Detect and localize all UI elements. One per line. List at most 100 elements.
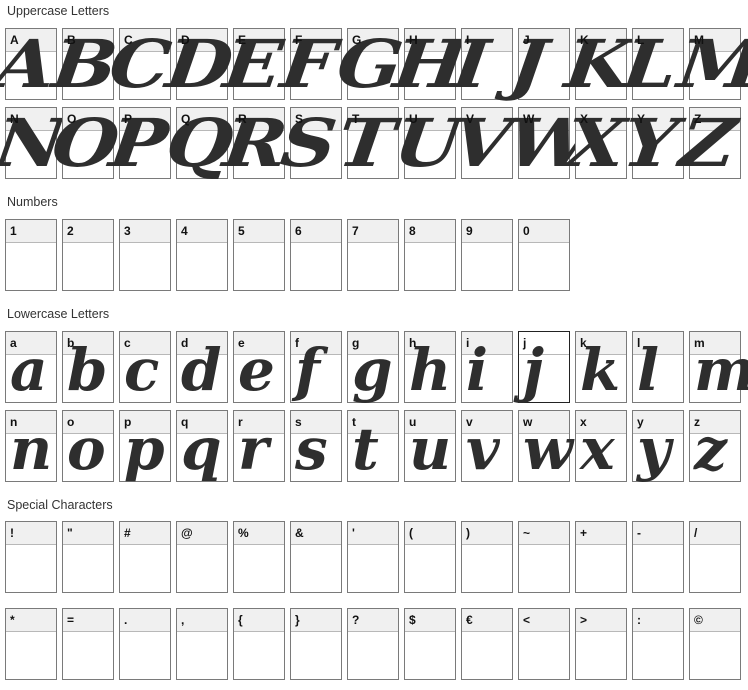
uppercase-cell[interactable]: EE xyxy=(220,25,287,103)
lowercase-cell[interactable]: uu xyxy=(404,410,456,482)
special-cell[interactable]: / xyxy=(689,521,741,593)
uppercase-cell[interactable]: YY xyxy=(619,104,684,182)
number-cell[interactable]: 1 xyxy=(5,219,57,291)
lowercase-cell[interactable]: hh xyxy=(404,331,456,403)
uppercase-cell[interactable]: XX xyxy=(561,104,629,182)
special-cell[interactable]: @ xyxy=(176,521,228,593)
special-cell[interactable]: ) xyxy=(461,521,513,593)
uppercase-cell[interactable]: GG xyxy=(333,25,407,103)
lowercase-cell[interactable]: xx xyxy=(575,410,627,482)
special-cell[interactable]: © xyxy=(689,608,741,680)
number-cell[interactable]: 6 xyxy=(290,219,342,291)
special-cell[interactable]: : xyxy=(632,608,684,680)
cell-key-label: ~ xyxy=(523,526,531,540)
uppercase-cell[interactable]: AA xyxy=(0,25,60,103)
uppercase-cell[interactable]: SS xyxy=(277,104,342,182)
uppercase-cell[interactable]: FF xyxy=(277,25,342,103)
uppercase-cell[interactable]: VV xyxy=(447,104,515,182)
lowercase-cell[interactable]: ee xyxy=(233,331,285,403)
lowercase-cell[interactable]: jj xyxy=(518,331,570,403)
uppercase-cell[interactable]: MM xyxy=(674,25,748,103)
lowercase-cell[interactable]: vv xyxy=(461,410,513,482)
uppercase-cell[interactable]: WW xyxy=(503,104,598,182)
number-cell[interactable]: 7 xyxy=(347,219,399,291)
uppercase-cell[interactable]: QQ xyxy=(162,104,238,182)
special-cell[interactable]: * xyxy=(5,608,57,680)
special-cell[interactable]: ~ xyxy=(518,521,570,593)
lowercase-cell[interactable]: rr xyxy=(233,410,285,482)
cell-key-label: J xyxy=(523,33,530,47)
lowercase-cell[interactable]: ss xyxy=(290,410,342,482)
lowercase-cell[interactable]: cc xyxy=(119,331,171,403)
uppercase-cell[interactable]: CC xyxy=(105,25,175,103)
special-cell[interactable]: + xyxy=(575,521,627,593)
uppercase-cell[interactable]: LL xyxy=(619,25,684,103)
uppercase-cell[interactable]: ZZ xyxy=(676,104,741,182)
special-cell[interactable]: % xyxy=(233,521,285,593)
special-cell[interactable]: # xyxy=(119,521,171,593)
special-cell[interactable]: , xyxy=(176,608,228,680)
uppercase-cell[interactable]: RR xyxy=(219,104,292,182)
special-cell[interactable]: & xyxy=(290,521,342,593)
special-cell[interactable]: . xyxy=(119,608,171,680)
uppercase-cell[interactable]: BB xyxy=(48,25,122,103)
lowercase-cell[interactable]: yy xyxy=(632,410,684,482)
uppercase-cell[interactable]: PP xyxy=(106,104,173,182)
cell-key-label: © xyxy=(694,613,703,627)
special-cell[interactable]: ? xyxy=(347,608,399,680)
uppercase-cell[interactable]: DD xyxy=(162,25,237,103)
special-cell[interactable]: - xyxy=(632,521,684,593)
lowercase-cell[interactable]: aa xyxy=(5,331,57,403)
lowercase-cell[interactable]: kk xyxy=(575,331,627,403)
number-cell[interactable]: 5 xyxy=(233,219,285,291)
special-cell[interactable]: ' xyxy=(347,521,399,593)
number-cell[interactable]: 3 xyxy=(119,219,171,291)
special-cell[interactable]: " xyxy=(62,521,114,593)
lowercase-cell[interactable]: nn xyxy=(5,410,57,482)
cell-key-label: k xyxy=(580,336,587,350)
lowercase-cell[interactable]: pp xyxy=(119,410,171,482)
number-cell[interactable]: 9 xyxy=(461,219,513,291)
cell-key-label: H xyxy=(409,33,418,47)
uppercase-cell[interactable]: NN xyxy=(0,104,70,182)
lowercase-cell[interactable]: tt xyxy=(347,410,399,482)
cell-key-label: + xyxy=(580,526,588,540)
special-cell[interactable]: = xyxy=(62,608,114,680)
number-cell[interactable]: 8 xyxy=(404,219,456,291)
special-cell[interactable]: $ xyxy=(404,608,456,680)
lowercase-cell[interactable]: bb xyxy=(62,331,114,403)
uppercase-cell[interactable]: HH xyxy=(390,25,471,103)
special-cell[interactable]: { xyxy=(233,608,285,680)
uppercase-cell[interactable]: II xyxy=(449,25,513,103)
uppercase-cell[interactable]: KK xyxy=(561,25,636,103)
lowercase-cell[interactable]: mm xyxy=(689,331,748,403)
number-cell[interactable]: 0 xyxy=(518,219,570,291)
cell-key-label: = xyxy=(67,613,75,627)
lowercase-cell[interactable]: dd xyxy=(176,331,228,403)
special-cell[interactable]: € xyxy=(461,608,513,680)
special-cell[interactable]: ( xyxy=(404,521,456,593)
lowercase-cell[interactable]: ll xyxy=(632,331,684,403)
cell-key-label: u xyxy=(409,415,417,429)
lowercase-cell[interactable]: zz xyxy=(689,410,741,482)
lowercase-cell[interactable]: ii xyxy=(461,331,513,403)
special-cell[interactable]: < xyxy=(518,608,570,680)
special-cell[interactable]: } xyxy=(290,608,342,680)
uppercase-cell[interactable]: UU xyxy=(390,104,466,182)
cell-key-label: n xyxy=(10,415,18,429)
lowercase-cell[interactable]: ww xyxy=(518,410,573,482)
uppercase-cell[interactable]: JJ xyxy=(506,25,570,103)
special-cell[interactable]: ! xyxy=(5,521,57,593)
special-cell[interactable]: > xyxy=(575,608,627,680)
lowercase-cell[interactable]: gg xyxy=(347,331,399,403)
number-cell[interactable]: 4 xyxy=(176,219,228,291)
cell-key-label: . xyxy=(124,613,128,627)
uppercase-cell[interactable]: TT xyxy=(334,104,400,182)
uppercase-cell[interactable]: OO xyxy=(48,104,124,182)
lowercase-cell[interactable]: oo xyxy=(62,410,114,482)
number-cell[interactable]: 2 xyxy=(62,219,114,291)
lowercase-cell[interactable]: qq xyxy=(176,410,228,482)
cell-key-label: & xyxy=(295,526,304,540)
lowercase-cell[interactable]: ff xyxy=(290,331,342,403)
cell-key-label: P xyxy=(124,112,133,126)
